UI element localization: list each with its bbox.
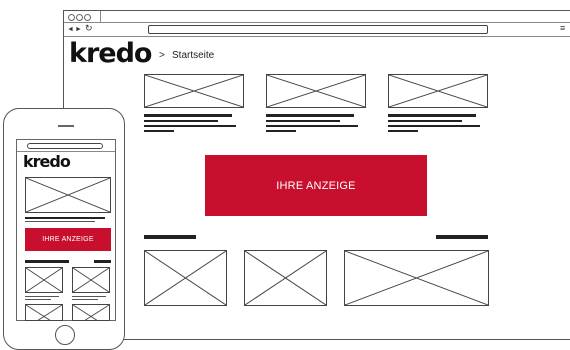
text-line-placeholder: [388, 125, 480, 127]
mobile-image-placeholder: [72, 304, 110, 321]
mobile-image-placeholder: [25, 177, 111, 213]
mobile-text-line-placeholder: [25, 217, 105, 219]
window-close-icon[interactable]: [68, 14, 75, 21]
image-placeholder: [144, 74, 244, 108]
mobile-address-bar[interactable]: [27, 143, 103, 149]
mobile-section-heading-placeholder: [25, 260, 69, 263]
site-logo[interactable]: kredo: [69, 38, 152, 70]
mobile-text-line-placeholder: [72, 296, 106, 297]
image-placeholder: [144, 250, 227, 306]
text-line-placeholder: [388, 130, 418, 132]
text-line-placeholder: [144, 125, 236, 127]
mobile-image-placeholder: [25, 267, 63, 293]
mobile-text-line-placeholder: [25, 221, 95, 222]
text-line-placeholder: [144, 120, 218, 122]
image-placeholder: [344, 250, 489, 306]
ad-banner-desktop[interactable]: IHRE ANZEIGE: [205, 155, 427, 216]
text-line-placeholder: [266, 114, 354, 117]
breadcrumb-startseite[interactable]: Startseite: [172, 50, 214, 61]
mobile-text-line-placeholder: [72, 299, 98, 300]
section-heading-placeholder: [436, 235, 488, 239]
menu-icon[interactable]: ≡: [560, 23, 565, 34]
ad-banner-mobile[interactable]: IHRE ANZEIGE: [25, 228, 111, 251]
breadcrumb-separator: >: [159, 50, 165, 61]
text-line-placeholder: [388, 120, 462, 122]
window-maximize-icon[interactable]: [84, 14, 91, 21]
phone-speaker: [58, 125, 74, 127]
address-bar[interactable]: [148, 25, 488, 34]
text-line-placeholder: [144, 114, 232, 117]
desktop-title-bar: [64, 11, 570, 23]
mobile-text-line-placeholder: [25, 299, 51, 300]
text-line-placeholder: [266, 130, 296, 132]
browser-tab[interactable]: [100, 11, 101, 22]
forward-arrow-icon[interactable]: ►: [75, 24, 82, 35]
mobile-site-logo[interactable]: kredo: [23, 152, 71, 172]
mobile-section-heading-placeholder: [94, 260, 111, 263]
text-line-placeholder: [388, 114, 476, 117]
phone-home-button[interactable]: [55, 325, 75, 345]
image-placeholder: [244, 250, 327, 306]
text-line-placeholder: [266, 120, 340, 122]
mobile-image-placeholder: [72, 267, 110, 293]
mobile-ad-banner-label: IHRE ANZEIGE: [42, 236, 94, 243]
image-placeholder: [266, 74, 366, 108]
image-placeholder: [388, 74, 488, 108]
ad-banner-label: IHRE ANZEIGE: [276, 179, 356, 192]
mobile-image-placeholder: [25, 304, 63, 321]
section-heading-placeholder: [144, 235, 196, 239]
back-arrow-icon[interactable]: ◄: [67, 24, 74, 35]
mobile-text-line-placeholder: [25, 296, 59, 297]
reload-icon[interactable]: ↻: [85, 23, 93, 34]
window-minimize-icon[interactable]: [76, 14, 83, 21]
text-line-placeholder: [266, 125, 358, 127]
text-line-placeholder: [144, 130, 174, 132]
